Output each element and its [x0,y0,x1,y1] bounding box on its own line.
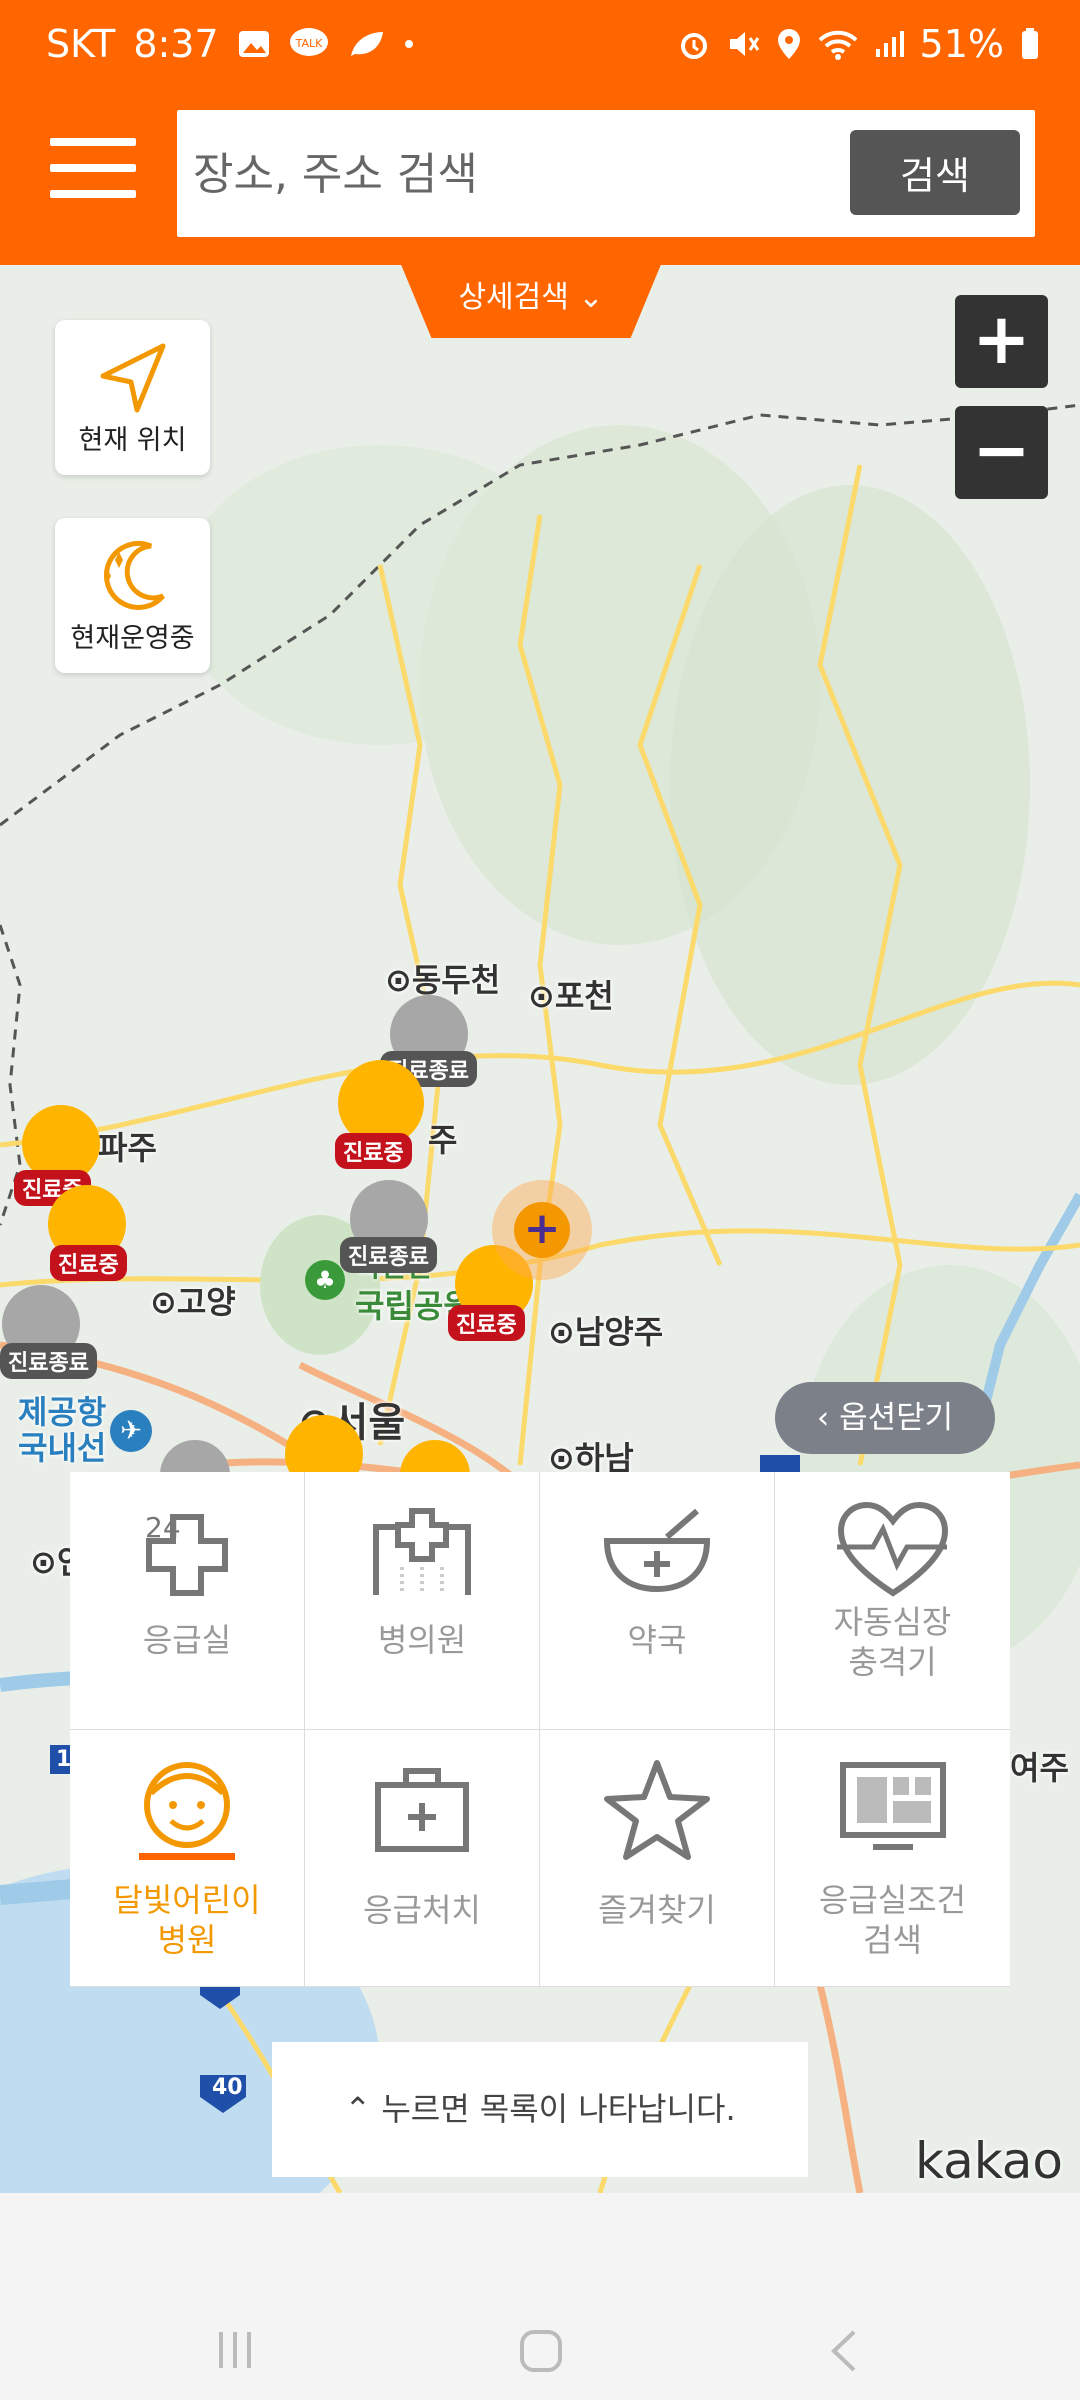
signal-icon [875,31,904,57]
battery-icon [1022,28,1038,59]
wifi-icon [818,30,857,60]
place-paju: 파주 [98,1129,157,1167]
place-dongducheon: ⊙동두천 [385,961,501,999]
options-close-button[interactable]: ‹ 옵션닫기 [775,1382,995,1454]
mute-icon [729,32,759,56]
svg-text:TALK: TALK [294,37,323,50]
category-label: 병의원 [377,1621,467,1659]
search-box: 검색 [177,110,1035,239]
category-moonlight-child-hospital[interactable]: 달빛어린이 병원 [70,1729,305,1987]
category-label: 응급처치 [363,1890,481,1929]
system-nav-bar [0,2193,1080,2400]
marker-tag-closed: 진료종료 [0,1343,97,1379]
category-label: 약국 [627,1621,687,1659]
emergency-room-icon: 24 [145,1511,228,1596]
park-icon: ♣ [305,1260,345,1300]
star-icon [604,1759,710,1860]
list-hint-button[interactable]: ⌃ 누르면 목록이 나타납니다. [272,2042,808,2177]
aed-icon [836,1501,948,1597]
home-icon[interactable] [518,2328,564,2374]
category-er-condition-search[interactable]: 응급실조건 검색 [775,1730,1010,1987]
category-label: 즐겨찾기 [598,1890,716,1929]
category-hospital[interactable]: 병의원 [305,1472,540,1730]
highway-number: 40 [212,2075,243,2100]
place-namyangju: ⊙남양주 [548,1313,664,1351]
category-grid: 24 응급실 병의원 약국 자동심장 충격기 달빛어린이 병원 응급처치 즐겨찾… [70,1472,1010,1987]
place-pocheon: ⊙포천 [528,977,614,1015]
airport-icon: ✈ [110,1410,152,1452]
monitor-icon [839,1761,946,1850]
category-aed[interactable]: 자동심장 충격기 [775,1472,1010,1730]
time: 8:37 [133,22,219,66]
gallery-icon [238,31,269,57]
category-first-aid[interactable]: 응급처치 [305,1729,540,1987]
header: 검색 [0,100,1080,265]
pharmacy-icon [603,1508,711,1593]
hospital-icon [373,1508,471,1595]
currently-open-label: 현재운영중 [70,623,195,654]
category-label: 자동심장 충격기 [833,1603,952,1681]
category-pharmacy[interactable]: 약국 [540,1472,775,1730]
search-input[interactable] [191,110,795,239]
pharmacy-marker[interactable]: + [492,1180,592,1280]
back-icon[interactable] [826,2328,862,2374]
category-emergency-room[interactable]: 24 응급실 [70,1472,305,1730]
talk-icon: TALK [289,28,328,56]
category-label: 응급실 [142,1621,232,1659]
options-close-label: 옵션닫기 [839,1400,954,1436]
zoom-in-button[interactable]: + [955,295,1048,388]
dot-indicator [404,40,413,48]
current-location-label: 현재 위치 [78,425,187,456]
menu-icon[interactable] [50,138,136,198]
alarm-icon [680,33,707,59]
category-favorites[interactable]: 즐겨찾기 [540,1729,775,1987]
place-goyang: ⊙고양 [150,1283,236,1321]
zoom-out-button[interactable]: − [955,406,1048,499]
marker-tag-open: 진료중 [50,1245,127,1281]
currently-open-button[interactable]: 현재운영중 [55,518,210,673]
moon-icon [104,540,165,610]
navigation-arrow-icon [100,343,166,413]
moonlight-child-icon [139,1761,235,1860]
location-icon [777,29,800,59]
search-button[interactable]: 검색 [850,130,1020,215]
first-aid-icon [375,1767,469,1852]
carrier: SKT [46,22,116,66]
place-yeoju: 여주 [1010,1749,1069,1787]
list-hint-label: 누르면 목록이 나타납니다. [381,2090,736,2128]
recent-apps-icon[interactable] [215,2328,259,2372]
leaf-icon [350,32,383,56]
category-label: 응급실조건 검색 [818,1880,967,1959]
marker-tag-closed: 진료종료 [340,1237,437,1273]
status-bar: SKT 8:37 TALK 51% [0,0,1080,100]
place-yangju: 주 [428,1121,458,1159]
place-domestic: 국내선 [18,1429,107,1467]
detail-search-tab[interactable]: 상세검색 ⌄ [400,262,662,338]
category-label: 달빛어린이 병원 [113,1880,261,1959]
battery-percent: 51% [919,22,1004,66]
pharmacy-marker-icon: + [514,1202,570,1258]
marker-tag-open: 진료중 [335,1133,412,1169]
current-location-button[interactable]: 현재 위치 [55,320,210,475]
marker-tag-open: 진료중 [448,1305,525,1341]
kakao-logo: kakao [915,2132,1064,2190]
